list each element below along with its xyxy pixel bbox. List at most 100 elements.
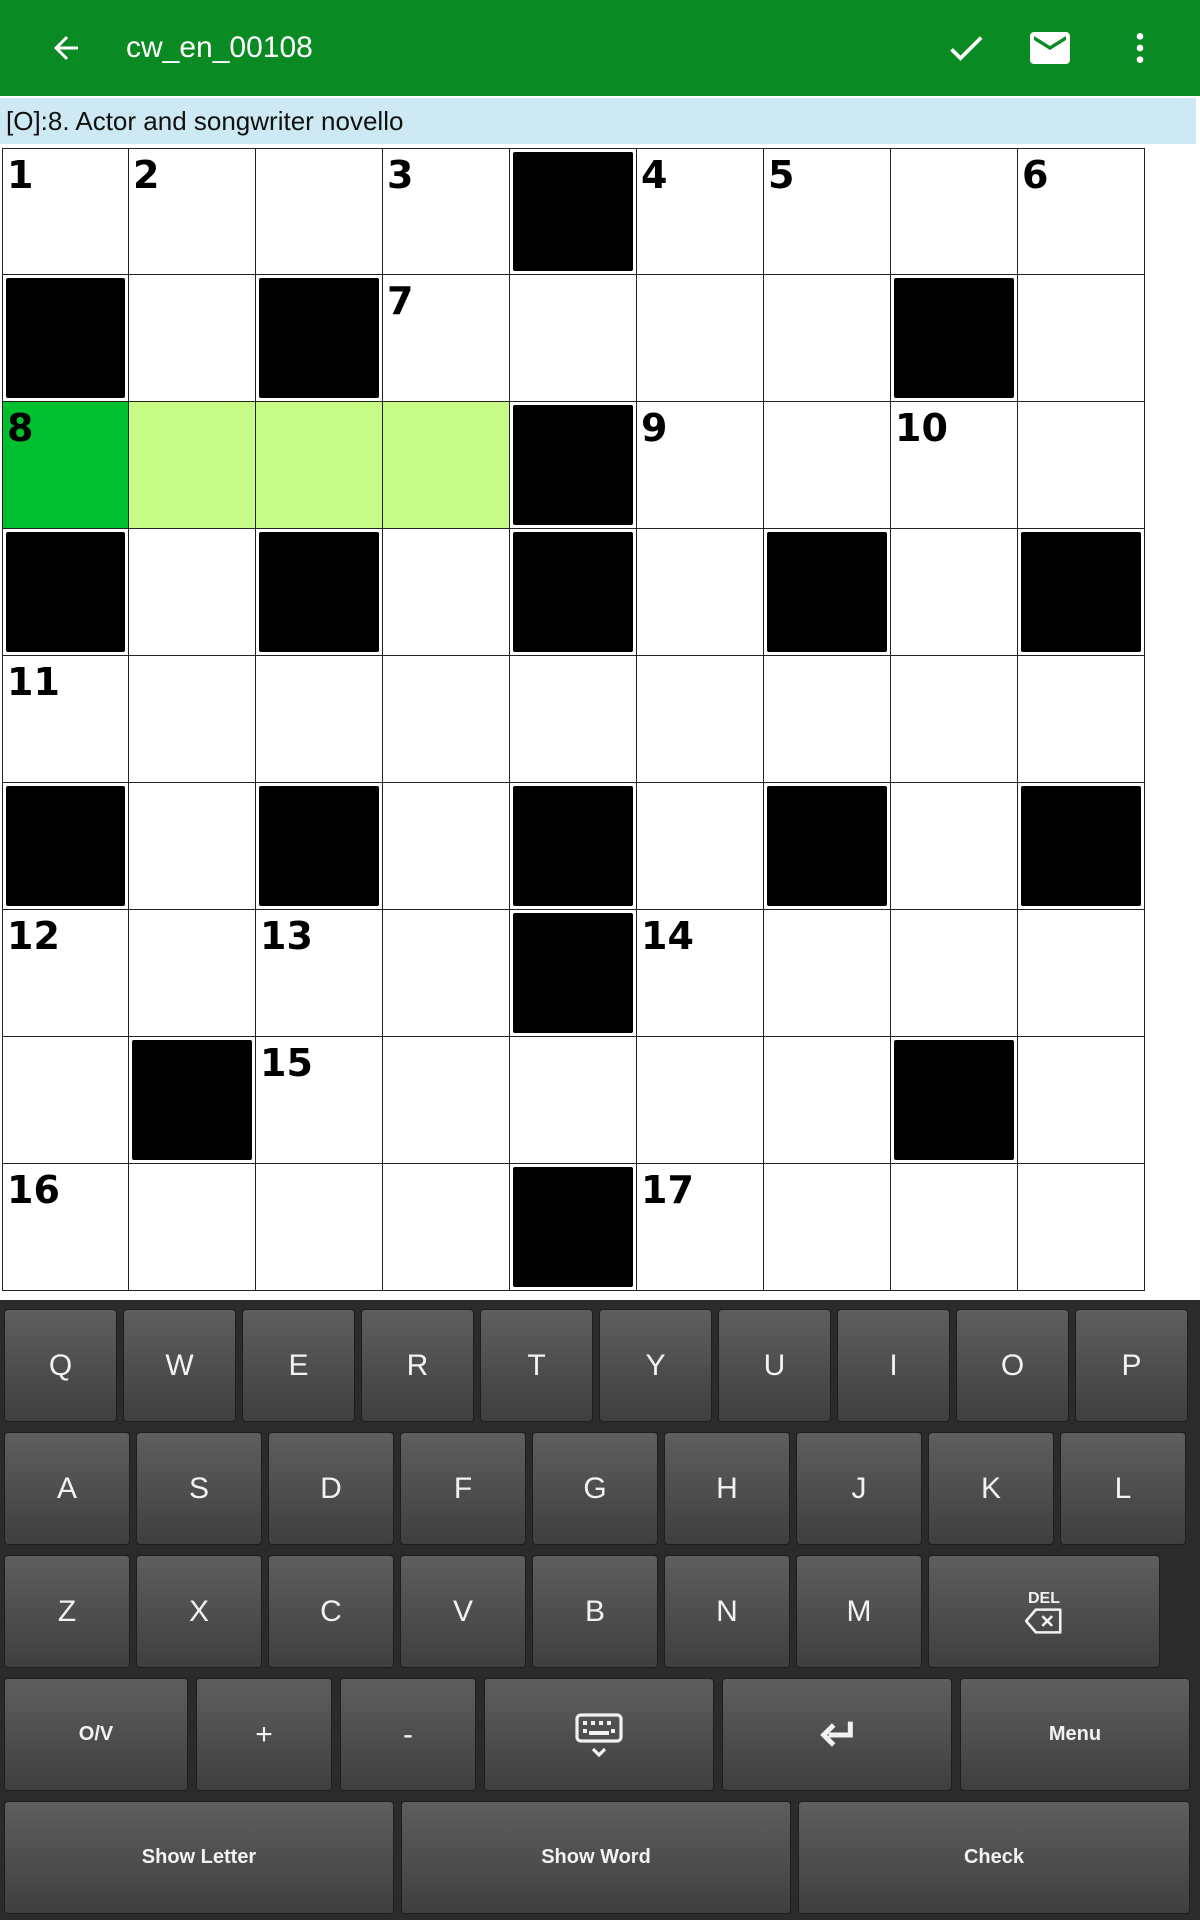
key-n[interactable]: N (664, 1555, 790, 1668)
grid-cell[interactable]: 12 (2, 910, 129, 1037)
check-button[interactable] (930, 18, 1002, 78)
grid-cell[interactable] (637, 1037, 764, 1164)
grid-cell[interactable] (510, 656, 637, 783)
grid-cell[interactable] (383, 529, 510, 656)
grid-cell[interactable]: 7 (383, 275, 510, 402)
grid-cell[interactable] (129, 275, 256, 402)
grid-cell-highlighted[interactable] (129, 402, 256, 529)
key-q[interactable]: Q (4, 1309, 117, 1422)
grid-cell[interactable] (383, 910, 510, 1037)
mail-button[interactable] (1014, 18, 1086, 78)
enter-key[interactable] (722, 1678, 952, 1791)
grid-cell[interactable] (1018, 402, 1145, 529)
key-s[interactable]: S (136, 1432, 262, 1545)
grid-cell[interactable] (1018, 275, 1145, 402)
grid-cell[interactable] (383, 783, 510, 910)
key-g[interactable]: G (532, 1432, 658, 1545)
key-v[interactable]: V (400, 1555, 526, 1668)
grid-cell[interactable] (637, 656, 764, 783)
grid-cell[interactable]: 15 (256, 1037, 383, 1164)
key-y[interactable]: Y (599, 1309, 712, 1422)
key-j[interactable]: J (796, 1432, 922, 1545)
grid-cell[interactable] (891, 656, 1018, 783)
grid-cell[interactable]: 9 (637, 402, 764, 529)
grid-cell[interactable]: 17 (637, 1164, 764, 1291)
key-w[interactable]: W (123, 1309, 236, 1422)
grid-cell[interactable]: 5 (764, 148, 891, 275)
grid-cell[interactable] (764, 402, 891, 529)
overflow-menu-button[interactable] (1104, 18, 1176, 78)
grid-cell-highlighted[interactable] (256, 402, 383, 529)
key-m[interactable]: M (796, 1555, 922, 1668)
back-button[interactable] (36, 24, 96, 72)
check-puzzle-button[interactable]: Check (798, 1801, 1190, 1914)
grid-cell[interactable] (891, 910, 1018, 1037)
grid-cell[interactable] (764, 910, 891, 1037)
grid-cell[interactable] (891, 529, 1018, 656)
grid-cell[interactable]: 6 (1018, 148, 1145, 275)
grid-cell[interactable] (1018, 1037, 1145, 1164)
show-letter-button[interactable]: Show Letter (4, 1801, 394, 1914)
grid-cell[interactable] (256, 148, 383, 275)
grid-cell[interactable] (129, 529, 256, 656)
grid-cell[interactable] (129, 910, 256, 1037)
show-word-button[interactable]: Show Word (401, 1801, 791, 1914)
grid-cell[interactable] (129, 656, 256, 783)
grid-cell[interactable] (129, 1164, 256, 1291)
grid-cell[interactable]: 3 (383, 148, 510, 275)
grid-cell[interactable]: 4 (637, 148, 764, 275)
grid-cell[interactable]: 14 (637, 910, 764, 1037)
grid-cell[interactable] (891, 783, 1018, 910)
key-e[interactable]: E (242, 1309, 355, 1422)
grid-cell-selected[interactable]: 8 (2, 402, 129, 529)
delete-key[interactable]: DEL (928, 1555, 1160, 1668)
grid-cell[interactable] (383, 1037, 510, 1164)
key-i[interactable]: I (837, 1309, 950, 1422)
grid-cell[interactable] (1018, 656, 1145, 783)
key-a[interactable]: A (4, 1432, 130, 1545)
grid-cell[interactable] (256, 1164, 383, 1291)
grid-cell[interactable] (764, 1037, 891, 1164)
key-u[interactable]: U (718, 1309, 831, 1422)
key-f[interactable]: F (400, 1432, 526, 1545)
key-h[interactable]: H (664, 1432, 790, 1545)
minus-key[interactable]: - (340, 1678, 476, 1791)
grid-cell[interactable] (510, 275, 637, 402)
grid-cell[interactable] (891, 148, 1018, 275)
toggle-ov-key[interactable]: O/V (4, 1678, 188, 1791)
key-d[interactable]: D (268, 1432, 394, 1545)
grid-cell[interactable] (764, 656, 891, 783)
plus-key[interactable]: + (196, 1678, 332, 1791)
grid-cell[interactable]: 2 (129, 148, 256, 275)
grid-cell[interactable] (129, 783, 256, 910)
grid-cell[interactable] (1018, 910, 1145, 1037)
key-o[interactable]: O (956, 1309, 1069, 1422)
grid-cell[interactable] (510, 1037, 637, 1164)
key-k[interactable]: K (928, 1432, 1054, 1545)
grid-cell[interactable] (637, 275, 764, 402)
grid-cell[interactable] (891, 1164, 1018, 1291)
grid-cell[interactable] (1018, 1164, 1145, 1291)
grid-cell[interactable]: 11 (2, 656, 129, 783)
hide-keyboard-key[interactable] (484, 1678, 714, 1791)
grid-cell[interactable] (637, 783, 764, 910)
key-l[interactable]: L (1060, 1432, 1186, 1545)
grid-cell[interactable] (383, 1164, 510, 1291)
grid-cell[interactable]: 16 (2, 1164, 129, 1291)
key-x[interactable]: X (136, 1555, 262, 1668)
grid-cell[interactable] (764, 1164, 891, 1291)
key-z[interactable]: Z (4, 1555, 130, 1668)
grid-cell[interactable] (764, 275, 891, 402)
grid-cell[interactable]: 13 (256, 910, 383, 1037)
grid-cell[interactable] (383, 656, 510, 783)
key-r[interactable]: R (361, 1309, 474, 1422)
grid-cell[interactable] (256, 656, 383, 783)
menu-key[interactable]: Menu (960, 1678, 1190, 1791)
key-t[interactable]: T (480, 1309, 593, 1422)
key-p[interactable]: P (1075, 1309, 1188, 1422)
grid-cell[interactable] (2, 1037, 129, 1164)
key-b[interactable]: B (532, 1555, 658, 1668)
grid-cell[interactable]: 1 (2, 148, 129, 275)
grid-cell[interactable]: 10 (891, 402, 1018, 529)
grid-cell-highlighted[interactable] (383, 402, 510, 529)
